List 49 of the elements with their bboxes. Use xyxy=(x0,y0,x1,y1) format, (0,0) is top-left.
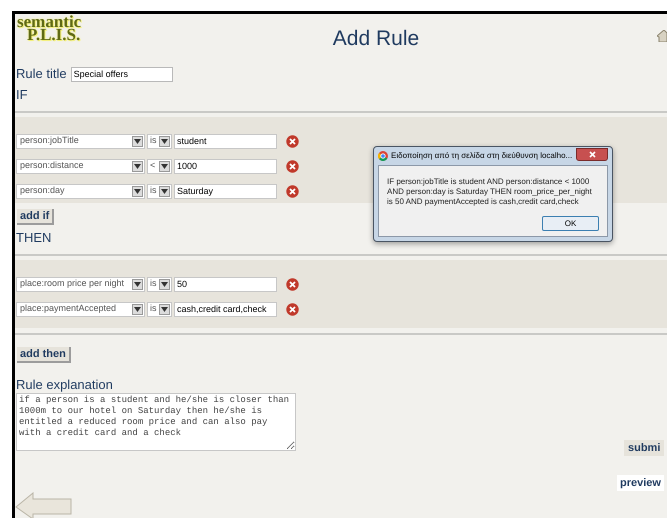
operator-dropdown[interactable]: is xyxy=(147,184,172,198)
dropdown-arrow-icon xyxy=(159,186,170,196)
dropdown-arrow-icon xyxy=(132,278,143,290)
submit-button[interactable]: submi xyxy=(624,440,664,456)
input-field[interactable]: Special offers xyxy=(70,66,173,82)
dropdown-arrow-icon xyxy=(132,186,143,196)
dropdown-arrow-icon xyxy=(132,160,143,172)
operator-dropdown[interactable]: < xyxy=(147,158,172,174)
value-field[interactable]: 1000 xyxy=(174,158,277,174)
property-dropdown[interactable]: place:paymentAccepted xyxy=(16,302,145,316)
home-icon[interactable] xyxy=(657,30,667,42)
explanation-textarea[interactable]: if a person is a student and he/she is closer than 1000m to our hotel on Saturday then he/she is entitled a reduced room price and can also pay with a credit card and a check xyxy=(16,393,296,451)
property-dropdown[interactable]: person:day xyxy=(16,184,145,198)
add-then-button[interactable]: add then xyxy=(17,347,71,363)
dialog-title: Ειδοποίηση από τη σελίδα στη διεύθυνση localho... xyxy=(391,150,573,162)
dropdown-arrow-icon xyxy=(159,136,170,146)
browser-logo-icon xyxy=(378,151,388,161)
dropdown-arrow-icon xyxy=(159,304,170,314)
dropdown-arrow-icon xyxy=(159,160,170,172)
dropdown-arrow-icon xyxy=(159,278,170,290)
section-heading: IF xyxy=(15,86,29,104)
delete-icon[interactable] xyxy=(286,184,299,198)
value-field[interactable]: cash,credit card,check xyxy=(174,302,277,316)
close-icon[interactable] xyxy=(576,148,608,160)
operator-dropdown[interactable]: is xyxy=(147,302,172,316)
page-title: Add Rule xyxy=(332,26,420,52)
logo-text: semantic xyxy=(17,15,82,28)
preview-button[interactable]: preview xyxy=(617,475,664,491)
operator-dropdown[interactable]: is xyxy=(147,134,172,148)
value-field[interactable]: Saturday xyxy=(174,184,277,198)
property-dropdown[interactable]: place:room price per night xyxy=(16,276,145,292)
value-field[interactable]: 50 xyxy=(174,276,277,292)
delete-icon[interactable] xyxy=(286,302,299,316)
add-if-button[interactable]: add if xyxy=(17,209,54,225)
delete-icon[interactable] xyxy=(286,278,299,290)
property-dropdown[interactable]: person:jobTitle xyxy=(16,134,145,148)
dropdown-arrow-icon xyxy=(132,136,143,146)
logo-text: P.L.I.S. xyxy=(27,28,80,41)
section-heading: THEN xyxy=(15,229,52,247)
dropdown-arrow-icon xyxy=(132,304,143,314)
delete-icon[interactable] xyxy=(286,134,299,148)
ok-button[interactable]: OK xyxy=(542,216,599,231)
field-label: Rule title xyxy=(16,65,67,84)
operator-dropdown[interactable]: is xyxy=(147,276,172,292)
dialog-message: IF person:jobTitle is student AND person:distance < 1000 AND person:day is Saturday THEN room_price_per_night is 50 AND paymentAccepted is cash,credit card,check xyxy=(387,177,593,207)
delete-icon[interactable] xyxy=(286,160,299,172)
field-label: Rule explanation xyxy=(15,377,114,393)
property-dropdown[interactable]: person:distance xyxy=(16,158,145,174)
value-field[interactable]: student xyxy=(174,134,277,148)
